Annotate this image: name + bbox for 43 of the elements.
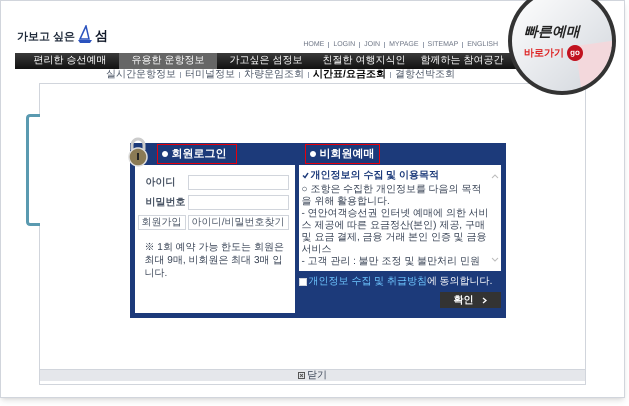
nav-tab[interactable]: 유용한 운항정보 xyxy=(119,53,217,69)
go-badge: go xyxy=(567,45,583,61)
terms-heading: 개인정보의 수집 및 이용목적 xyxy=(310,169,439,183)
input-field[interactable] xyxy=(188,175,288,190)
nav-tab[interactable]: 함께하는 참여공간 xyxy=(413,53,511,69)
scroll-down-icon xyxy=(490,257,498,262)
terms-text: ○ 조항은 수집한 개인정보를 다음의 목적을 위해 활용합니다. xyxy=(302,184,482,208)
close-icon xyxy=(298,372,305,379)
sub-nav-link[interactable]: 결항선박조회 xyxy=(394,70,455,80)
terms-text: - 연안여객승선권 인터넷 예매에 의한 서비스 제공에 따른 요금정산(본인) 제공, 구매 및 요금 결제, 금융 거래 본인 인증 및 금융 서비스 xyxy=(302,208,490,256)
sub-nav-link[interactable]: 실시간운항정보 xyxy=(106,70,176,80)
agree-text: 개인정보 수집 및 취급방침에 동의합니다. xyxy=(308,275,492,289)
sub-nav-link[interactable]: 차량운임조회 xyxy=(244,70,304,80)
guest-title: 비회원예매 xyxy=(320,146,374,162)
sub-nav-link[interactable]: 터미널정보 xyxy=(185,70,235,80)
terms-link[interactable]: 개인정보 수집 및 취급방침 xyxy=(308,276,427,287)
close-button[interactable]: 닫기 xyxy=(298,370,327,380)
bullet-icon xyxy=(310,151,316,157)
login-title: 회원로그인 xyxy=(172,146,226,162)
confirm-button[interactable]: 확인 xyxy=(440,292,500,308)
field-label: 비밀번호 xyxy=(146,196,186,210)
logo-text: 가보고 싶은 xyxy=(17,30,76,44)
login-action-button[interactable]: 회원가입 xyxy=(138,215,186,230)
nav-tab[interactable]: 친절한 여행지식인 xyxy=(315,53,413,69)
bullet-icon xyxy=(162,151,168,157)
notice-text: ※ 1회 예약 가능 한도는 회원은 최대 9매, 비회원은 최대 3매 입니다. xyxy=(144,241,285,280)
scroll-up-icon xyxy=(490,174,498,179)
input-field[interactable] xyxy=(188,195,288,210)
nav-tab[interactable]: 편리한 승선예매 xyxy=(21,53,119,69)
quick-booking-link: 바로가기 xyxy=(524,46,564,60)
quick-booking-title: 빠른예매 xyxy=(524,22,580,41)
terms-text: - 고객 관리 : 불만 조정 및 불만처리 민원 xyxy=(302,256,481,268)
lock-icon xyxy=(126,137,148,167)
quick-booking-badge[interactable]: 빠른예매 바로가기 go xyxy=(508,0,616,95)
sailboat-icon xyxy=(77,25,94,45)
check-icon xyxy=(302,172,308,179)
chevron-icon xyxy=(482,296,486,304)
sub-nav-link[interactable]: 시간표/요금조회 xyxy=(313,70,386,80)
field-label: 아이디 xyxy=(146,176,176,190)
logo-mark: 섬 xyxy=(95,26,108,44)
nav-tab[interactable]: 가고싶은 섬정보 xyxy=(217,53,315,69)
login-action-button[interactable]: 아이디/비밀번호찾기 xyxy=(188,215,288,230)
agree-checkbox[interactable] xyxy=(298,278,306,286)
